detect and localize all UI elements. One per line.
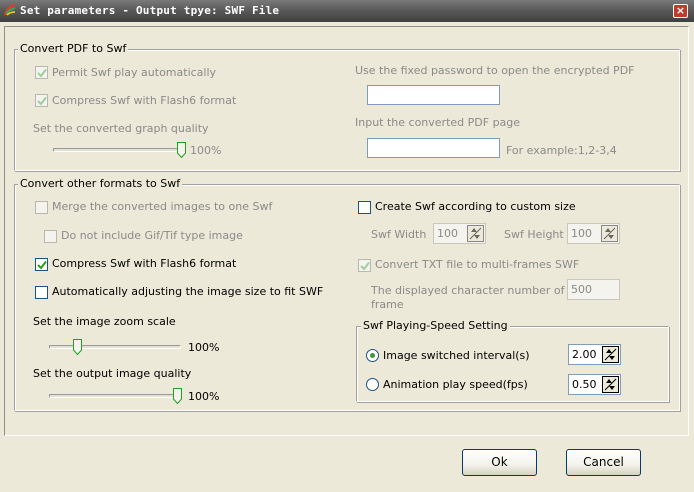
- check-icon: [37, 68, 47, 78]
- speed-group-title: Swf Playing-Speed Setting: [361, 319, 510, 332]
- spin-button[interactable]: [601, 225, 618, 242]
- interval-label: Image switched interval(s): [383, 349, 530, 362]
- compress-flash6-label: Compress Swf with Flash6 format: [52, 257, 237, 270]
- radio-selected-dot: [370, 353, 375, 358]
- spin-updown-icon: [603, 227, 616, 240]
- pdf-quality-label: Set the converted graph quality: [33, 122, 209, 135]
- page-label: Input the converted PDF page: [355, 116, 521, 129]
- other-group-title: Convert other formats to Swf: [18, 177, 183, 190]
- pdf-compress-label: Compress Swf with Flash6 format: [52, 94, 237, 107]
- swf-height-spinner[interactable]: 100: [567, 223, 620, 244]
- fps-radio[interactable]: [366, 378, 379, 391]
- interval-value: 2.00: [572, 348, 597, 361]
- fps-spinner[interactable]: 0.50: [568, 374, 621, 395]
- custom-size-checkbox[interactable]: [358, 201, 371, 214]
- char-count-field[interactable]: 500: [567, 279, 620, 300]
- page-example: For example:1,2-3,4: [506, 144, 617, 157]
- pdf-quality-slider-thumb[interactable]: [177, 142, 186, 158]
- pdf-quality-slider-track[interactable]: [53, 148, 185, 152]
- page-input[interactable]: [367, 138, 500, 158]
- pdf-group: Convert PDF to Swf Permit Swf play autom…: [14, 42, 680, 171]
- swf-width-spinner[interactable]: 100: [433, 223, 486, 244]
- output-quality-slider-thumb[interactable]: [173, 388, 182, 404]
- main-panel: Convert PDF to Swf Permit Swf play autom…: [4, 26, 689, 436]
- merge-images-checkbox[interactable]: [35, 201, 48, 214]
- spin-button[interactable]: [602, 346, 619, 363]
- swf-height-label: Swf Height: [504, 228, 564, 241]
- char-count-label-line2: frame: [371, 298, 404, 311]
- permit-play-label: Permit Swf play automatically: [52, 66, 217, 79]
- zoom-slider-thumb[interactable]: [73, 339, 82, 355]
- txt-multiframe-label: Convert TXT file to multi-frames SWF: [375, 258, 580, 271]
- spin-button[interactable]: [467, 225, 484, 242]
- auto-adjust-checkbox[interactable]: [35, 286, 48, 299]
- close-button[interactable]: ×: [673, 4, 688, 18]
- check-icon: [360, 261, 370, 271]
- custom-size-label: Create Swf according to custom size: [375, 200, 576, 213]
- char-count-value: 500: [571, 283, 592, 296]
- close-icon: ×: [675, 4, 686, 17]
- other-formats-group: Convert other formats to Swf Merge the c…: [14, 177, 680, 411]
- zoom-scale-value: 100%: [188, 341, 220, 354]
- swf-width-value: 100: [437, 227, 458, 240]
- title-bar[interactable]: Set parameters - Output tpye: SWF File ×: [0, 0, 694, 22]
- interval-spinner[interactable]: 2.00: [568, 344, 621, 365]
- password-label: Use the fixed password to open the encry…: [355, 64, 635, 77]
- output-quality-label: Set the output image quality: [33, 367, 192, 380]
- pdf-quality-value: 100%: [190, 144, 222, 157]
- check-icon: [37, 96, 47, 106]
- compress-flash6-checkbox[interactable]: [35, 258, 48, 271]
- output-quality-slider-track[interactable]: [49, 394, 181, 398]
- speed-group: Swf Playing-Speed Setting Image switched…: [356, 319, 669, 402]
- output-quality-value: 100%: [188, 390, 220, 403]
- check-icon: [37, 260, 47, 270]
- pdf-compress-checkbox[interactable]: [35, 94, 48, 107]
- window-title: Set parameters - Output tpye: SWF File: [20, 4, 280, 17]
- txt-multiframe-checkbox[interactable]: [358, 259, 371, 272]
- spin-updown-icon: [469, 227, 482, 240]
- zoom-slider-track[interactable]: [49, 345, 181, 349]
- spin-button[interactable]: [602, 376, 619, 393]
- cancel-button[interactable]: Cancel: [566, 449, 641, 476]
- char-count-label-line1: The displayed character number of each: [371, 284, 595, 297]
- fps-value: 0.50: [572, 378, 597, 391]
- swf-height-value: 100: [571, 227, 592, 240]
- ok-button[interactable]: Ok: [462, 449, 537, 476]
- swf-width-label: Swf Width: [371, 228, 427, 241]
- interval-radio[interactable]: [366, 349, 379, 362]
- permit-play-checkbox[interactable]: [35, 66, 48, 79]
- spin-updown-icon: [604, 348, 617, 361]
- merge-images-label: Merge the converted images to one Swf: [52, 200, 273, 213]
- pdf-group-title: Convert PDF to Swf: [18, 42, 129, 55]
- spin-updown-icon: [604, 378, 617, 391]
- app-icon: [3, 3, 16, 16]
- zoom-scale-label: Set the image zoom scale: [33, 315, 176, 328]
- fps-label: Animation play speed(fps): [383, 378, 528, 391]
- password-input[interactable]: [367, 85, 500, 105]
- auto-adjust-label: Automatically adjusting the image size t…: [52, 285, 324, 298]
- exclude-gif-checkbox[interactable]: [44, 230, 57, 243]
- exclude-gif-label: Do not include Gif/Tif type image: [61, 229, 243, 242]
